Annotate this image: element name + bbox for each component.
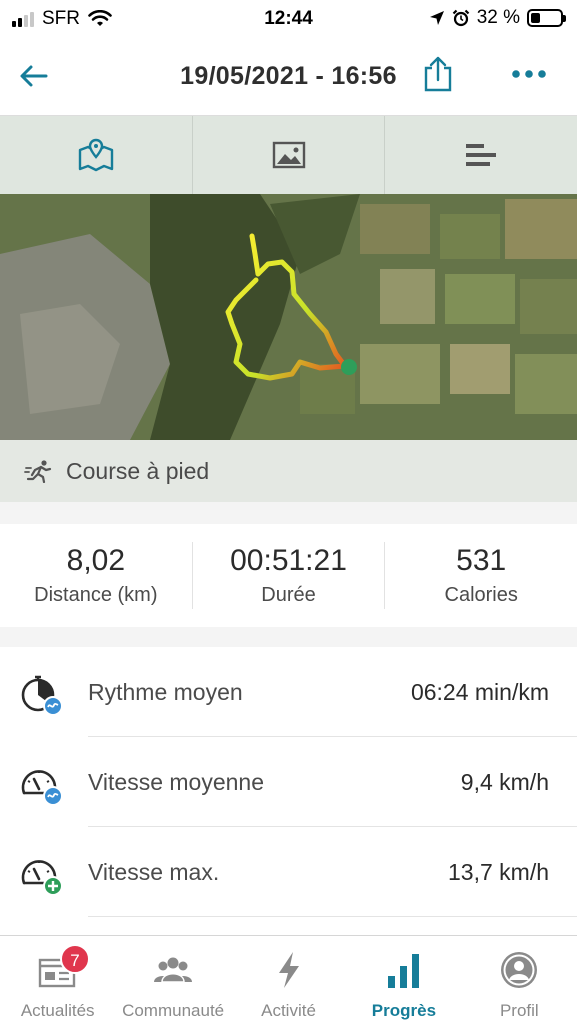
list-icon — [466, 144, 497, 166]
tab-label: Activité — [261, 1001, 316, 1020]
metrics-list: Rythme moyen 06:24 min/km Vitesse moyenn… — [0, 647, 577, 935]
more-dots-icon[interactable] — [510, 62, 548, 86]
satellite-map — [0, 194, 577, 440]
activity-type-bar: Course à pied — [0, 440, 577, 502]
pace-average-icon — [21, 675, 63, 716]
profile-icon — [501, 952, 538, 988]
metric-value: 9,4 km/h — [460, 769, 549, 795]
list-item: Vitesse max. 13,7 km/h — [0, 827, 577, 917]
distance-value: 8,02 — [66, 544, 126, 577]
tab-news[interactable]: 7 Actualités — [0, 936, 115, 1024]
metric-label: Rythme moyen — [88, 679, 243, 705]
activity-type-label: Course à pied — [66, 457, 210, 484]
tab-details[interactable] — [385, 116, 577, 194]
activity-summary: 8,02 Distance (km) 00:51:21 Durée 531 Ca… — [0, 524, 577, 627]
battery-percent: 32 % — [476, 7, 520, 28]
calories-label: Calories — [444, 584, 518, 606]
tab-progress[interactable]: Progrès — [346, 936, 461, 1024]
speed-max-icon — [21, 860, 63, 896]
stat-duration: 00:51:21 Durée — [193, 542, 386, 609]
running-icon — [24, 460, 52, 483]
metric-value: 06:24 min/km — [410, 679, 549, 705]
tab-label: Profil — [499, 1001, 539, 1020]
notification-badge: 7 — [60, 944, 90, 974]
speed-average-icon — [21, 770, 63, 806]
community-icon — [154, 957, 193, 983]
bottom-tab-bar: 7 Actualités Communauté Activité Progrès — [0, 935, 577, 1024]
view-tabs — [0, 116, 577, 194]
status-bar: SFR 12:44 32 % — [0, 0, 577, 38]
progress-bars-icon — [387, 954, 419, 988]
tab-profile[interactable]: Profil — [462, 936, 577, 1024]
calories-value: 531 — [456, 544, 507, 577]
tab-label: Actualités — [20, 1001, 95, 1020]
stat-distance: 8,02 Distance (km) — [0, 542, 193, 609]
page-title: 19/05/2021 - 16:56 — [180, 62, 397, 90]
lightning-icon — [278, 952, 299, 988]
status-right-group: 32 % — [429, 7, 566, 29]
tab-activity[interactable]: Activité — [231, 936, 346, 1024]
metric-value: 13,7 km/h — [448, 859, 549, 885]
distance-label: Distance (km) — [34, 584, 158, 606]
list-item: Vitesse moyenne 9,4 km/h — [0, 737, 577, 827]
photo-icon — [272, 141, 305, 169]
tab-photos[interactable] — [193, 116, 386, 194]
tab-community[interactable]: Communauté — [115, 936, 230, 1024]
list-item: Rythme moyen 06:24 min/km — [0, 647, 577, 737]
divider — [88, 916, 577, 917]
route-map[interactable] — [0, 194, 577, 440]
tab-label: Communauté — [122, 1001, 225, 1020]
tab-label: Progrès — [371, 1001, 437, 1020]
nav-header: 19/05/2021 - 16:56 — [0, 38, 577, 116]
stat-calories: 531 Calories — [385, 542, 577, 609]
alarm-icon — [452, 9, 469, 27]
duration-label: Durée — [261, 584, 316, 606]
metric-label: Vitesse moyenne — [88, 769, 265, 795]
location-arrow-icon — [429, 11, 444, 25]
share-icon[interactable] — [422, 56, 454, 92]
metric-label: Vitesse max. — [88, 859, 220, 885]
battery-icon — [527, 9, 566, 27]
tab-map[interactable] — [0, 116, 193, 194]
duration-value: 00:51:21 — [230, 544, 347, 577]
map-icon — [78, 138, 114, 172]
